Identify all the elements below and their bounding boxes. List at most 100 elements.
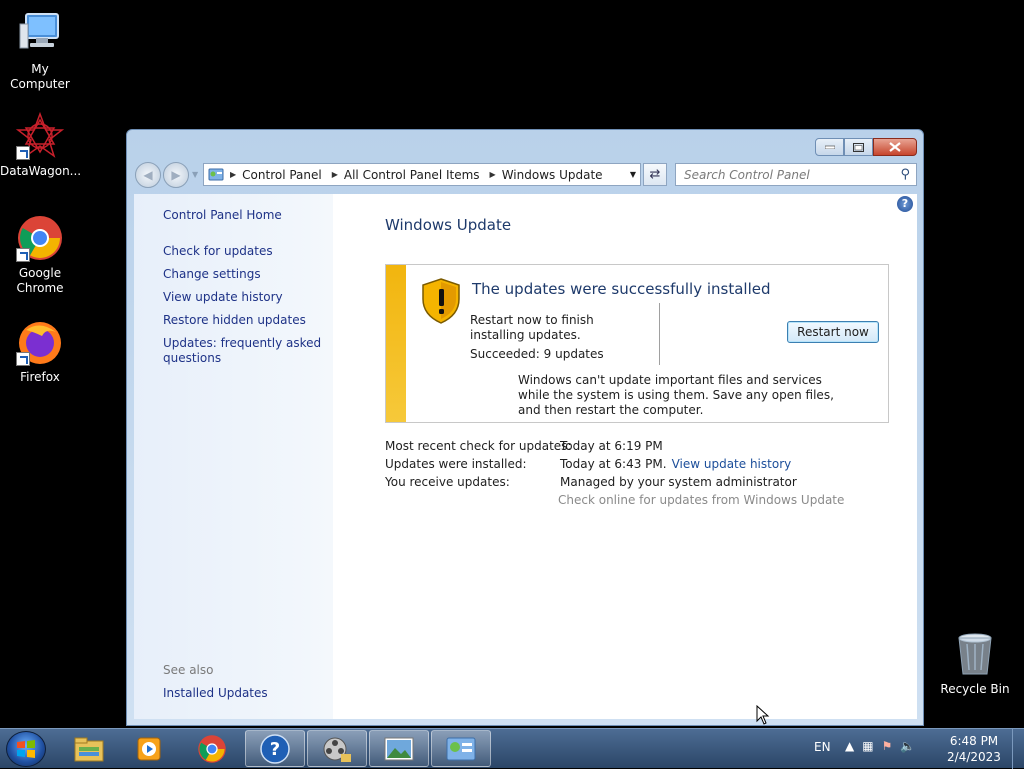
- shortcut-arrow-icon: [16, 248, 30, 262]
- taskbar-photo-viewer[interactable]: [369, 730, 429, 767]
- back-button[interactable]: ◀: [135, 162, 161, 188]
- clock[interactable]: 6:48 PM 2/4/2023: [944, 733, 1004, 765]
- breadcrumb-separator-icon: ▶: [230, 170, 237, 179]
- minimize-button[interactable]: [815, 138, 844, 156]
- divider: [659, 303, 660, 365]
- check-for-updates-link[interactable]: Check for updates: [163, 244, 323, 259]
- search-icon[interactable]: ⚲: [900, 167, 910, 182]
- close-icon: [889, 142, 901, 152]
- help-icon[interactable]: ?: [897, 196, 913, 212]
- search-box: ⚲: [675, 163, 917, 186]
- status-heading: The updates were successfully installed: [472, 280, 771, 298]
- status-color-bar: [386, 265, 406, 422]
- desktop-icon-label: Firefox: [20, 370, 60, 384]
- media-player-icon: [137, 737, 161, 760]
- restart-now-button[interactable]: Restart now: [787, 321, 879, 343]
- desktop-icon-label: DataWagon...: [0, 164, 82, 178]
- computer-icon: [16, 10, 64, 58]
- info-label: Updates were installed:: [385, 457, 527, 471]
- file-explorer-icon: [74, 737, 104, 761]
- warning-shield-icon: [420, 277, 462, 325]
- check-online-link[interactable]: Check online for updates from Windows Up…: [558, 493, 844, 507]
- installed-time: Today at 6:43 PM.: [560, 457, 667, 471]
- maximize-button[interactable]: [844, 138, 873, 156]
- control-panel-icon: [446, 737, 476, 760]
- windows-update-window: ◀ ▶ ▼ ▶ Control Panel ▶ All Control Pane…: [126, 129, 924, 726]
- caption-buttons: [815, 138, 917, 156]
- firefox-icon: [16, 318, 64, 366]
- start-button[interactable]: [6, 731, 46, 767]
- status-message: Restart now to finish installing updates…: [470, 313, 594, 342]
- succeeded-count: Succeeded: 9 updates: [470, 347, 604, 361]
- control-panel-icon: [208, 168, 224, 180]
- desktop-icon-google-chrome[interactable]: Google Chrome: [0, 214, 80, 296]
- info-value: Managed by your system administrator: [560, 475, 797, 489]
- restore-hidden-updates-link[interactable]: Restore hidden updates: [163, 313, 323, 328]
- breadcrumb-separator-icon: ▶: [489, 170, 496, 179]
- desktop-icon-label: Google Chrome: [16, 266, 64, 295]
- refresh-button[interactable]: ⇄: [643, 163, 667, 186]
- volume-icon[interactable]: 🔈: [900, 739, 915, 753]
- page-title: Windows Update: [385, 216, 512, 234]
- info-label: You receive updates:: [385, 475, 510, 489]
- refresh-icon: ⇄: [649, 167, 661, 182]
- recent-pages-dropdown[interactable]: ▼: [192, 170, 198, 179]
- mouse-cursor-icon: [756, 705, 770, 725]
- desktop-icon-firefox[interactable]: Firefox: [0, 318, 80, 385]
- taskbar-help[interactable]: ?: [245, 730, 305, 767]
- taskbar-chrome[interactable]: [182, 730, 242, 767]
- breadcrumb-control-panel[interactable]: Control Panel: [242, 168, 322, 182]
- info-value: Today at 6:19 PM: [560, 439, 663, 453]
- network-icon[interactable]: ▦: [862, 739, 873, 753]
- breadcrumb-all-items[interactable]: All Control Panel Items: [344, 168, 480, 182]
- close-button[interactable]: [873, 138, 917, 156]
- show-hidden-icons-icon[interactable]: ▲: [845, 739, 854, 753]
- back-arrow-icon: ◀: [143, 168, 153, 182]
- action-center-icon[interactable]: ⚑: [882, 739, 893, 753]
- search-input[interactable]: [676, 164, 886, 185]
- forward-button[interactable]: ▶: [163, 162, 189, 188]
- taskbar-media-player[interactable]: [119, 730, 179, 767]
- breadcrumb-separator-icon: ▶: [331, 170, 338, 179]
- update-status-panel: The updates were successfully installed …: [385, 264, 889, 423]
- clock-date: 2/4/2023: [947, 750, 1001, 764]
- chrome-icon: [16, 214, 64, 262]
- shortcut-arrow-icon: [16, 352, 30, 366]
- minimize-icon: [824, 145, 835, 149]
- installed-updates-link[interactable]: Installed Updates: [163, 686, 268, 700]
- address-bar[interactable]: ▶ Control Panel ▶ All Control Panel Item…: [203, 163, 641, 186]
- svg-text:?: ?: [270, 739, 280, 760]
- taskbar-movie-maker[interactable]: [307, 730, 367, 767]
- taskbar-control-panel[interactable]: [431, 730, 491, 767]
- address-dropdown-icon[interactable]: ▼: [630, 170, 636, 179]
- taskbar: ? EN ▲ ▦ ⚑ 🔈 6:48 PM 2/4/2023: [0, 728, 1024, 769]
- language-indicator[interactable]: EN: [814, 740, 831, 754]
- show-desktop-button[interactable]: [1012, 729, 1024, 769]
- desktop-icon-label: My Computer: [10, 62, 70, 91]
- change-settings-link[interactable]: Change settings: [163, 267, 323, 282]
- photo-viewer-icon: [384, 737, 414, 760]
- left-navigation-pane: Control Panel Home Check for updates Cha…: [134, 194, 333, 719]
- datawagon-icon: [15, 111, 65, 160]
- desktop-icon-my-computer[interactable]: My Computer: [0, 10, 80, 92]
- breadcrumb-windows-update[interactable]: Windows Update: [502, 168, 603, 182]
- view-update-history-inline-link[interactable]: View update history: [672, 457, 792, 471]
- system-tray: ▲ ▦ ⚑ 🔈: [845, 739, 915, 753]
- shortcut-arrow-icon: [16, 146, 30, 160]
- control-panel-home-link[interactable]: Control Panel Home: [163, 208, 282, 222]
- updates-faq-link[interactable]: Updates: frequently asked questions: [163, 336, 323, 366]
- windows-logo-icon: [17, 740, 35, 758]
- taskbar-file-explorer[interactable]: [59, 730, 119, 767]
- see-also-heading: See also: [163, 663, 214, 677]
- view-update-history-link[interactable]: View update history: [163, 290, 323, 305]
- maximize-icon: [853, 142, 864, 152]
- desktop-icon-recycle-bin[interactable]: Recycle Bin: [935, 630, 1015, 697]
- recycle-bin-icon: [951, 630, 999, 678]
- info-value: Today at 6:43 PM. View update history: [560, 457, 791, 471]
- desktop-icon-datawagon[interactable]: DataWagon...: [0, 111, 82, 179]
- task-links: Check for updates Change settings View u…: [163, 244, 323, 374]
- chrome-icon: [198, 734, 226, 763]
- main-content: ? Windows Update The updates were succes…: [333, 194, 917, 719]
- info-label: Most recent check for updates:: [385, 439, 572, 453]
- help-icon: ?: [260, 733, 290, 764]
